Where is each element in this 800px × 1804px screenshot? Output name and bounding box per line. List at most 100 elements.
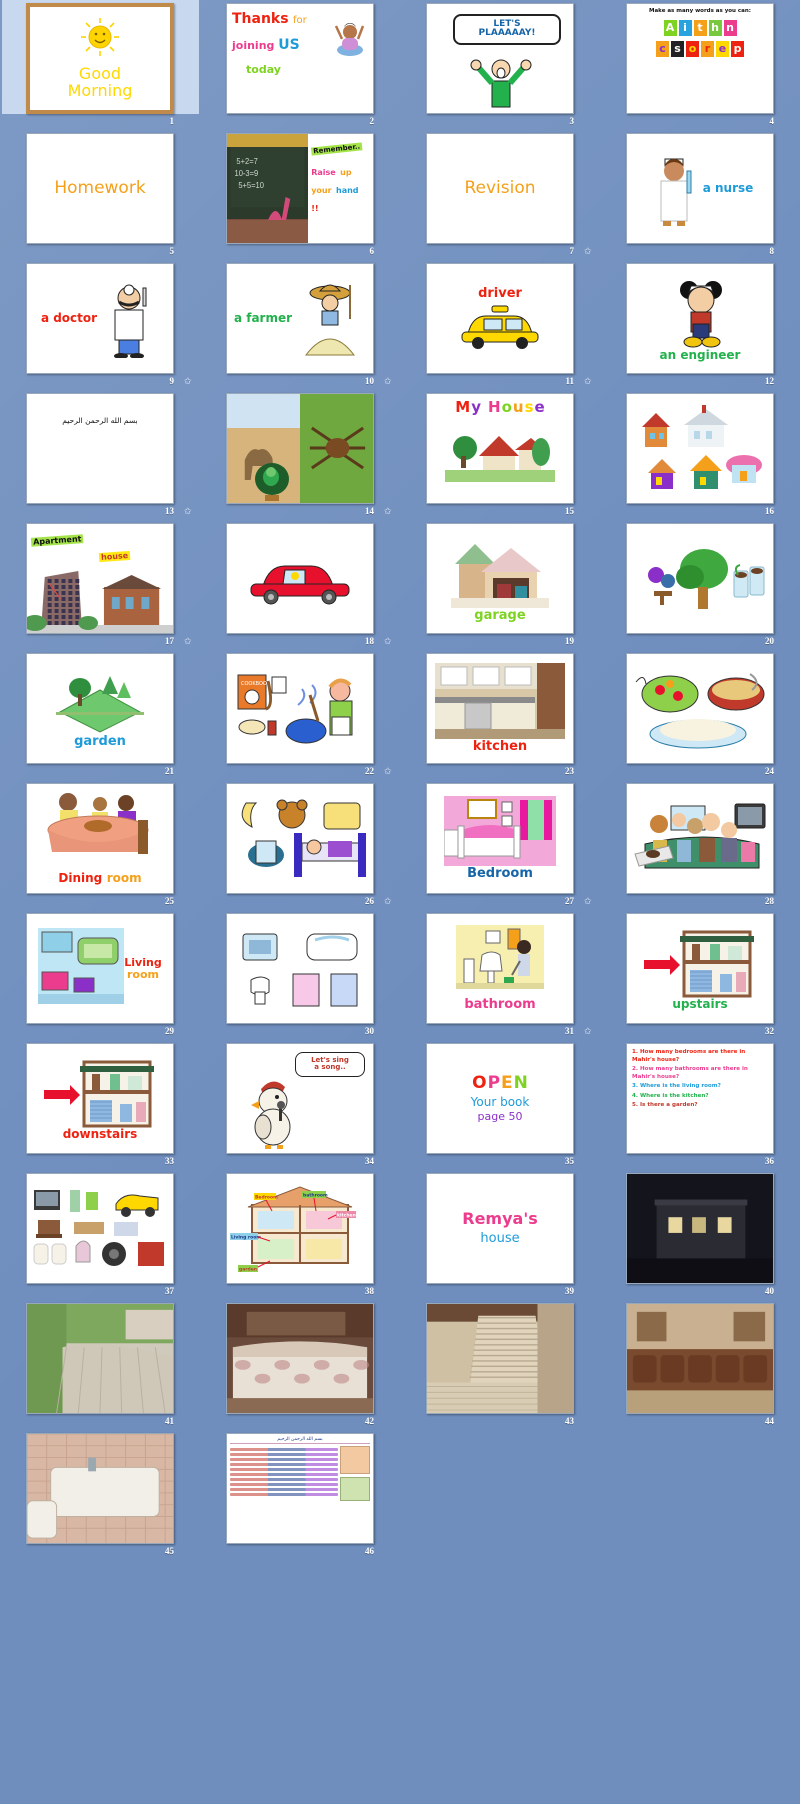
slide-thumbnail-wrap[interactable]: 1. How many bedrooms are there in Mahir'… xyxy=(602,1040,799,1154)
slide-cell[interactable]: a doctor ✩ 9 xyxy=(0,260,200,390)
slide-cell[interactable]: downstairs 33 xyxy=(0,1040,200,1170)
slide-thumbnail-wrap[interactable] xyxy=(202,520,399,634)
slide-thumbnail[interactable] xyxy=(226,913,374,1024)
slide-cell[interactable]: garage ✩ 19 xyxy=(384,520,600,650)
slide-cell[interactable]: M y H o u s e ✩ 15 xyxy=(384,390,600,520)
slide-thumbnail[interactable]: Living room xyxy=(26,913,174,1024)
slide-thumbnail-wrap[interactable] xyxy=(402,1300,599,1414)
slide-thumbnail[interactable]: Homework xyxy=(26,133,174,244)
slide-thumbnail-wrap[interactable]: بسم الله الرحمن الرحيم xyxy=(2,390,199,504)
slide-thumbnail-wrap[interactable] xyxy=(202,1300,399,1414)
slide-thumbnail-wrap[interactable]: bathroom xyxy=(402,910,599,1024)
slide-thumbnail[interactable]: driver xyxy=(426,263,574,374)
animation-star-icon[interactable]: ✩ xyxy=(184,376,192,387)
animation-star-icon[interactable]: ✩ xyxy=(584,246,592,257)
slide-thumbnail[interactable]: بسم الله الرحمن الرحيم xyxy=(226,1433,374,1544)
slide-thumbnail-wrap[interactable] xyxy=(602,520,799,634)
slide-thumbnail-wrap[interactable]: driver xyxy=(402,260,599,374)
slide-thumbnail[interactable]: Apartment house xyxy=(26,523,174,634)
animation-star-icon[interactable]: ✩ xyxy=(384,506,392,517)
slide-thumbnail-wrap[interactable]: Revision xyxy=(402,130,599,244)
slide-thumbnail-wrap[interactable]: an engineer xyxy=(602,260,799,374)
slide-cell[interactable]: 37 xyxy=(0,1170,200,1300)
slide-thumbnail-wrap[interactable] xyxy=(202,390,399,504)
animation-star-icon[interactable]: ✩ xyxy=(384,636,392,647)
slide-thumbnail-wrap[interactable]: Let's sing a song.. xyxy=(202,1040,399,1154)
slide-thumbnail[interactable] xyxy=(26,1173,174,1284)
slide-thumbnail[interactable] xyxy=(626,393,774,504)
slide-thumbnail[interactable]: M y H o u s e xyxy=(426,393,574,504)
animation-star-icon[interactable]: ✩ xyxy=(384,896,392,907)
slide-cell[interactable]: Bedroom bathroom kitchen Living room gar… xyxy=(200,1170,400,1300)
slide-thumbnail[interactable]: Remya's house xyxy=(426,1173,574,1284)
slide-cell[interactable]: Let's sing a song.. 34 xyxy=(200,1040,400,1170)
slide-cell[interactable]: LET'S PLAAAAAY! 3 xyxy=(400,0,600,130)
slide-cell[interactable]: Dining room 25 xyxy=(0,780,200,910)
slide-thumbnail[interactable]: Dining room xyxy=(26,783,174,894)
slide-thumbnail[interactable] xyxy=(426,1303,574,1414)
slide-thumbnail-wrap[interactable]: Good Morning xyxy=(1,0,199,114)
slide-cell[interactable]: Apartment house 17 xyxy=(0,520,200,650)
slide-thumbnail-wrap[interactable]: Dining room xyxy=(2,780,199,894)
slide-cell[interactable]: بسم الله الرحمن الرحيم 13 xyxy=(0,390,200,520)
slide-thumbnail-wrap[interactable]: Apartment house xyxy=(2,520,199,634)
slide-thumbnail-wrap[interactable]: O P E N Your book page 50 xyxy=(402,1040,599,1154)
slide-cell[interactable]: COOKBOOK 22 xyxy=(200,650,400,780)
slide-cell[interactable]: 40 xyxy=(600,1170,800,1300)
slide-cell[interactable]: upstairs ✩ 32 xyxy=(584,910,800,1040)
slide-cell[interactable]: 5+2=7 10-3=9 5+5=10 Remember.. Raise up … xyxy=(200,130,400,260)
animation-star-icon[interactable]: ✩ xyxy=(384,376,392,387)
slide-cell[interactable]: 43 xyxy=(400,1300,600,1430)
slide-thumbnail[interactable]: Let's sing a song.. xyxy=(226,1043,374,1154)
slide-thumbnail[interactable]: a nurse xyxy=(626,133,774,244)
slide-cell[interactable]: Bedroom ✩ 27 xyxy=(384,780,600,910)
slide-thumbnail[interactable]: Good Morning xyxy=(26,3,174,114)
slide-thumbnail[interactable]: a farmer xyxy=(226,263,374,374)
slide-cell[interactable]: ✩ 28 xyxy=(584,780,800,910)
slide-cell[interactable]: 45 xyxy=(0,1430,200,1560)
slide-thumbnail[interactable]: 1. How many bedrooms are there in Mahir'… xyxy=(626,1043,774,1154)
slide-thumbnail[interactable] xyxy=(626,1303,774,1414)
animation-star-icon[interactable]: ✩ xyxy=(584,376,592,387)
slide-cell[interactable]: 26 xyxy=(200,780,400,910)
slide-thumbnail[interactable]: بسم الله الرحمن الرحيم xyxy=(26,393,174,504)
slide-cell[interactable]: Living room 29 xyxy=(0,910,200,1040)
slide-cell[interactable]: ✩ 18 xyxy=(184,520,400,650)
slide-thumbnail-wrap[interactable] xyxy=(602,1300,799,1414)
slide-cell[interactable]: driver ✩ 11 xyxy=(384,260,600,390)
slide-thumbnail[interactable] xyxy=(626,1173,774,1284)
slide-thumbnail[interactable]: an engineer xyxy=(626,263,774,374)
slide-cell[interactable]: 44 xyxy=(600,1300,800,1430)
slide-thumbnail-wrap[interactable]: 5+2=7 10-3=9 5+5=10 Remember.. Raise up … xyxy=(202,130,399,244)
slide-cell[interactable]: 30 xyxy=(200,910,400,1040)
slide-thumbnail[interactable]: garage xyxy=(426,523,574,634)
slide-thumbnail[interactable]: downstairs xyxy=(26,1043,174,1154)
slide-thumbnail-wrap[interactable] xyxy=(602,390,799,504)
slide-thumbnail-wrap[interactable]: garden xyxy=(2,650,199,764)
slide-cell[interactable]: an engineer ✩ 12 xyxy=(584,260,800,390)
slide-thumbnail-wrap[interactable]: Homework xyxy=(2,130,199,244)
slide-thumbnail-wrap[interactable]: a farmer xyxy=(202,260,399,374)
slide-cell[interactable]: بسم الله الرحمن الرحيم 46 xyxy=(200,1430,400,1560)
slide-thumbnail[interactable]: Make as many words as you can: Aithn cso… xyxy=(626,3,774,114)
slide-thumbnail-wrap[interactable]: Bedroom bathroom kitchen Living room gar… xyxy=(202,1170,399,1284)
slide-thumbnail[interactable]: garden xyxy=(26,653,174,764)
slide-thumbnail-wrap[interactable]: Living room xyxy=(2,910,199,1024)
slide-cell[interactable]: O P E N Your book page 50 35 xyxy=(400,1040,600,1170)
slide-cell[interactable]: Revision 7 xyxy=(400,130,600,260)
animation-star-icon[interactable]: ✩ xyxy=(584,1026,592,1037)
slide-cell[interactable]: 20 xyxy=(600,520,800,650)
slide-thumbnail[interactable] xyxy=(226,393,374,504)
slide-thumbnail[interactable]: kitchen xyxy=(426,653,574,764)
slide-cell[interactable]: bathroom 31 xyxy=(400,910,600,1040)
slide-thumbnail-wrap[interactable]: M y H o u s e xyxy=(402,390,599,504)
slide-cell[interactable]: a farmer ✩ 10 xyxy=(184,260,400,390)
slide-thumbnail[interactable]: Revision xyxy=(426,133,574,244)
slide-thumbnail-wrap[interactable]: COOKBOOK xyxy=(202,650,399,764)
slide-thumbnail[interactable]: Thanks for joining US today xyxy=(226,3,374,114)
slide-cell[interactable]: a nurse ✩ 8 xyxy=(584,130,800,260)
animation-star-icon[interactable]: ✩ xyxy=(184,506,192,517)
slide-thumbnail-wrap[interactable]: garage xyxy=(402,520,599,634)
slide-cell[interactable]: Good Morning 1 xyxy=(0,0,200,130)
slide-thumbnail[interactable] xyxy=(226,523,374,634)
